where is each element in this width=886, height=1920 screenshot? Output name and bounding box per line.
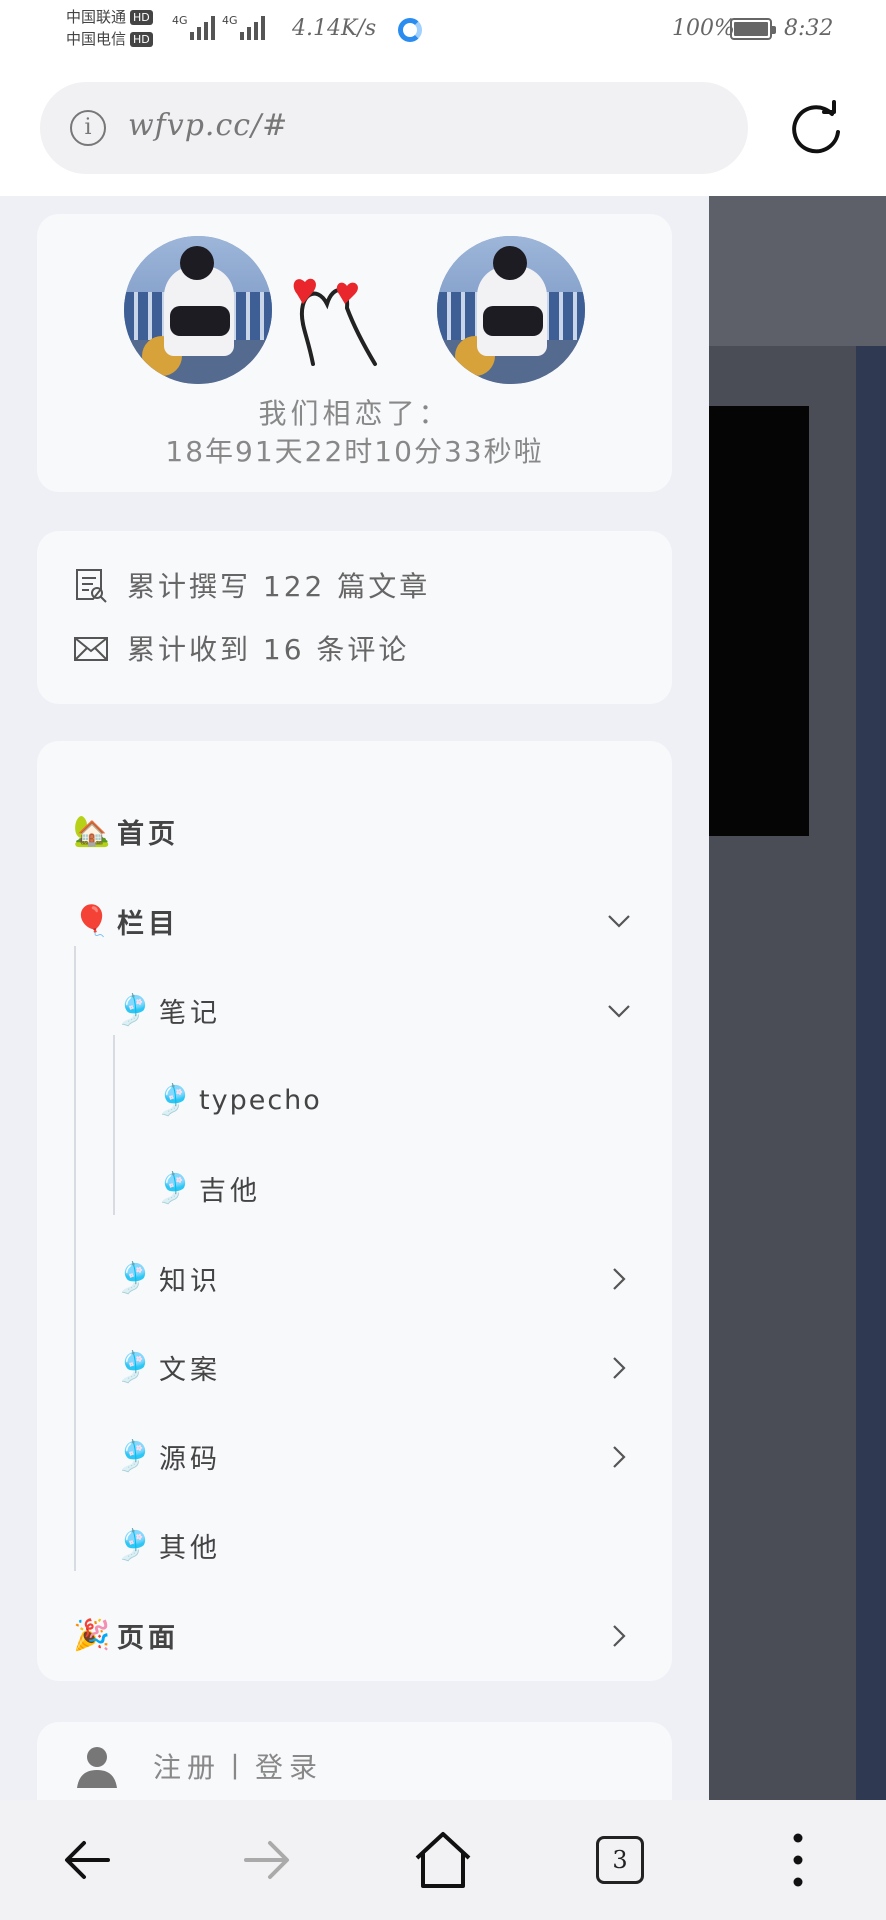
nav-item-copywriting[interactable]: 🎐 文案 [115, 1342, 636, 1392]
nav-label: 源码 [159, 1443, 221, 1475]
jellyfish-icon: 🎐 [115, 1349, 153, 1385]
carrier-info: 中国联通 HD 中国电信 HD [66, 6, 153, 50]
dimmed-background[interactable] [709, 196, 886, 1800]
forward-icon[interactable] [236, 1830, 296, 1890]
network-speed: 4.14K/s [292, 16, 377, 41]
nav-item-source[interactable]: 🎐 源码 [115, 1431, 636, 1481]
balloon-icon: 🎈 [73, 903, 111, 939]
tabs-button[interactable]: 3 [596, 1836, 644, 1884]
nav-item-pages[interactable]: 🎉 页面 [73, 1610, 636, 1660]
app-notification-icon [398, 18, 422, 42]
nav-item-notes[interactable]: 🎐 笔记 [115, 985, 636, 1035]
nav-label: 栏目 [117, 908, 179, 940]
nav-label: 吉他 [199, 1175, 261, 1207]
jellyfish-icon: 🎐 [115, 1260, 153, 1296]
clock: 8:32 [784, 16, 834, 41]
document-icon [76, 569, 107, 603]
jellyfish-icon: 🎐 [155, 1170, 193, 1206]
chevron-right-icon[interactable] [606, 1444, 632, 1470]
battery-percent: 100% [672, 16, 735, 41]
house-icon: 🏡 [73, 813, 111, 849]
jellyfish-icon: 🎐 [155, 1082, 193, 1118]
chevron-right-icon[interactable] [606, 1355, 632, 1381]
signal-icon [190, 14, 215, 40]
info-icon[interactable]: i [70, 110, 106, 146]
nav-label: 文案 [159, 1354, 221, 1386]
login-label[interactable]: 注册丨登录 [153, 1746, 323, 1786]
signal-icon [240, 14, 265, 40]
page-content: 我们相恋了： 18年91天22时10分33秒啦 累计撰写 122 篇文章 累计收… [0, 196, 886, 1800]
nav-label: 笔记 [159, 997, 221, 1029]
avatar-right [437, 236, 585, 384]
network-type-1: 4G [172, 14, 188, 27]
stats-card: 累计撰写 122 篇文章 累计收到 16 条评论 [37, 531, 672, 704]
nav-item-columns[interactable]: 🎈 栏目 [73, 896, 636, 946]
network-type-2: 4G [222, 14, 238, 27]
nav-label: 页面 [117, 1622, 179, 1654]
status-bar: 中国联通 HD 中国电信 HD 4G 4G 4.14K/s 100% 8:32 [0, 0, 886, 62]
chevron-down-icon[interactable] [606, 908, 632, 934]
jellyfish-icon: 🎐 [115, 1527, 153, 1563]
nav-label: 其他 [159, 1532, 221, 1564]
love-duration: 18年91天22时10分33秒啦 [165, 435, 544, 468]
address-bar[interactable]: i wfvp.cc/# [40, 82, 748, 174]
party-popper-icon: 🎉 [73, 1617, 111, 1653]
more-icon[interactable] [768, 1830, 828, 1890]
mail-icon [74, 637, 108, 661]
heart-hands-icon [293, 278, 377, 366]
account-card: 注册丨登录 [37, 1722, 672, 1800]
article-count: 累计撰写 122 篇文章 [73, 563, 430, 607]
chevron-right-icon[interactable] [606, 1623, 632, 1649]
reload-icon[interactable] [788, 100, 844, 156]
nav-item-knowledge[interactable]: 🎐 知识 [115, 1253, 636, 1303]
nav-label: 知识 [159, 1265, 221, 1297]
nav-menu: 🏡 首页 🎈 栏目 🎐 笔记 🎐 typecho 🎐 吉他 🎐 知识 🎐 文案 … [37, 741, 672, 1681]
nav-item-typecho[interactable]: 🎐 typecho [155, 1075, 322, 1125]
back-icon[interactable] [58, 1830, 118, 1890]
hd-badge: HD [130, 10, 153, 25]
nav-item-other[interactable]: 🎐 其他 [115, 1520, 221, 1570]
browser-toolbar: 3 [0, 1800, 886, 1920]
carrier-2: 中国电信 [66, 30, 127, 48]
battery-icon [730, 18, 776, 40]
jellyfish-icon: 🎐 [115, 992, 153, 1028]
hd-badge: HD [130, 32, 153, 47]
nav-item-home[interactable]: 🏡 首页 [73, 806, 179, 856]
chevron-right-icon[interactable] [606, 1266, 632, 1292]
nav-label: typecho [199, 1084, 322, 1116]
url-text[interactable]: wfvp.cc/# [128, 108, 288, 143]
submenu-guide [113, 1035, 115, 1215]
nav-label: 首页 [117, 818, 179, 850]
chevron-down-icon[interactable] [606, 998, 632, 1024]
submenu-guide [74, 946, 76, 1571]
user-icon [77, 1747, 117, 1788]
comment-count-text: 累计收到 16 条评论 [127, 633, 410, 666]
carrier-1: 中国联通 [66, 8, 127, 26]
comment-count: 累计收到 16 条评论 [73, 626, 409, 670]
love-title: 我们相恋了： [258, 397, 451, 430]
home-icon[interactable] [413, 1830, 473, 1890]
nav-item-guitar[interactable]: 🎐 吉他 [155, 1163, 261, 1213]
article-count-text: 累计撰写 122 篇文章 [127, 570, 431, 603]
avatar-left [124, 236, 272, 384]
jellyfish-icon: 🎐 [115, 1438, 153, 1474]
couple-card: 我们相恋了： 18年91天22时10分33秒啦 [37, 214, 672, 492]
login-link[interactable]: 注册丨登录 [73, 1742, 323, 1790]
